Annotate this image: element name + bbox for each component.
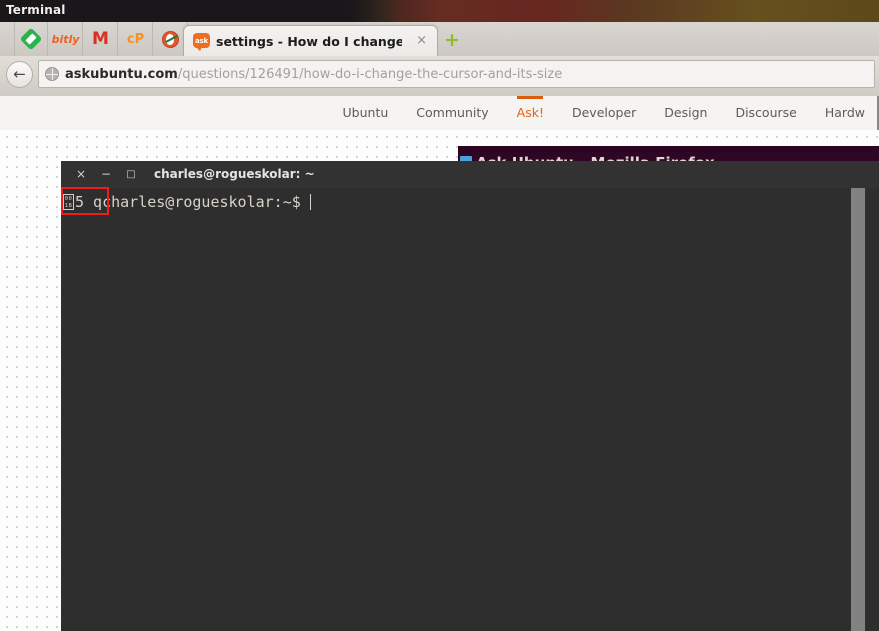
terminal-body[interactable]: 00 1B 5 qcharles@rogueskolar:~$ <box>61 188 879 631</box>
bookmarks-bar: bitly M cP ask settings - How do I chang… <box>0 22 879 56</box>
new-tab-button[interactable]: + <box>444 31 460 50</box>
url-host: askubuntu.com <box>65 67 178 82</box>
bitly-icon: bitly <box>51 32 80 46</box>
back-arrow-icon: ← <box>13 65 26 83</box>
nav-item-discourse[interactable]: Discourse <box>721 96 810 130</box>
url-path: /questions/126491/how-do-i-change-the-cu… <box>177 67 563 82</box>
browser-chrome: bitly M cP ask settings - How do I chang… <box>0 22 879 96</box>
terminal-close-icon[interactable]: × <box>73 167 89 181</box>
tofu-hex-bottom: 1B <box>64 202 73 209</box>
terminal-cursor <box>309 194 312 210</box>
tofu-hex-top: 00 <box>64 196 73 202</box>
nav-item-community[interactable]: Community <box>402 96 502 130</box>
missing-glyph-tofu-icon: 00 1B <box>63 194 74 210</box>
feedly-icon <box>19 27 43 51</box>
url-toolbar: ← askubuntu.com/questions/126491/how-do-… <box>0 56 879 96</box>
desktop-top-panel: Terminal <box>0 0 879 22</box>
address-bar[interactable]: askubuntu.com/questions/126491/how-do-i-… <box>38 60 875 88</box>
terminal-prompt-text: 5 qcharles@rogueskolar:~$ <box>75 193 310 211</box>
terminal-maximize-icon[interactable]: □ <box>123 168 139 182</box>
duckduckgo-icon <box>162 30 179 48</box>
cpanel-bookmark-button[interactable]: cP <box>119 22 153 56</box>
terminal-window[interactable]: × − □ charles@rogueskolar: ~ 00 1B 5 qchar… <box>61 161 879 631</box>
address-bar-text: askubuntu.com/questions/126491/how-do-i-… <box>65 66 562 83</box>
askubuntu-favicon-icon: ask <box>193 33 210 51</box>
globe-icon <box>45 67 59 81</box>
terminal-prompt-line: 00 1B 5 qcharles@rogueskolar:~$ <box>63 191 312 213</box>
tab-close-icon[interactable]: × <box>416 34 427 48</box>
screen-root: Terminal bitly M cP ask settings - How d… <box>0 0 879 631</box>
browser-tab-title: settings - How do I change th... <box>216 34 402 49</box>
nav-item-design[interactable]: Design <box>650 96 721 130</box>
feedly-bookmark-button[interactable] <box>14 22 48 56</box>
terminal-window-title: charles@rogueskolar: ~ <box>154 167 315 181</box>
top-panel-app-title: Terminal <box>6 3 66 17</box>
nav-item-hardware[interactable]: Hardw <box>811 96 879 130</box>
gmail-bookmark-button[interactable]: M <box>84 22 118 56</box>
site-nav-items: Ubuntu Community Ask! Developer Design D… <box>329 96 879 130</box>
browser-tab-active[interactable]: ask settings - How do I change th... × <box>183 25 438 56</box>
cpanel-icon: cP <box>126 31 145 47</box>
gmail-icon: M <box>92 29 109 49</box>
terminal-titlebar: × − □ charles@rogueskolar: ~ <box>61 161 879 188</box>
terminal-scrollbar[interactable] <box>851 188 865 631</box>
site-network-nav: Ubuntu Community Ask! Developer Design D… <box>0 96 879 130</box>
nav-item-developer[interactable]: Developer <box>558 96 650 130</box>
nav-item-ask[interactable]: Ask! <box>503 96 558 130</box>
bitly-bookmark-button[interactable]: bitly <box>49 22 83 56</box>
nav-item-ubuntu[interactable]: Ubuntu <box>329 96 403 130</box>
terminal-minimize-icon[interactable]: − <box>98 167 114 181</box>
back-button[interactable]: ← <box>6 61 33 88</box>
